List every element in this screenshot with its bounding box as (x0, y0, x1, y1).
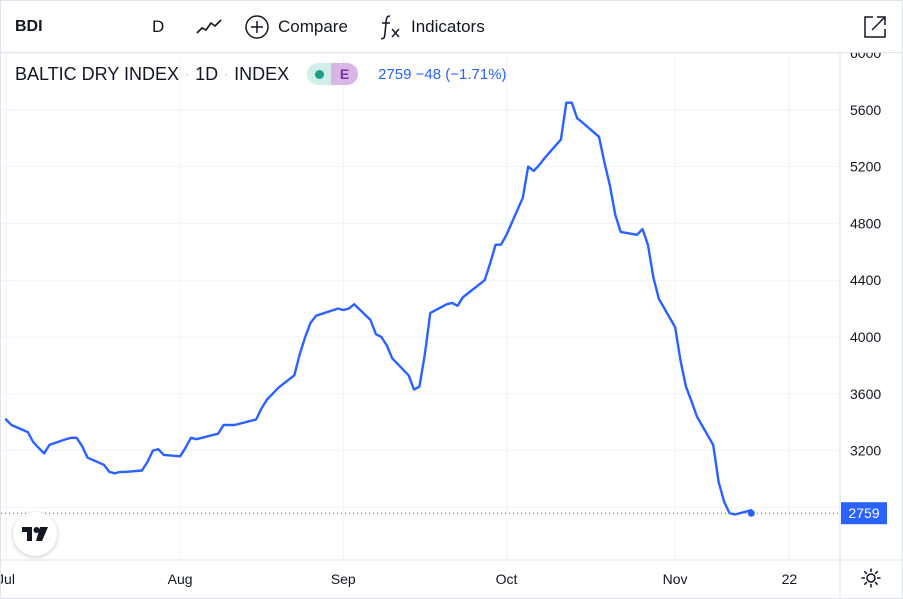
interval-button[interactable]: D (152, 1, 164, 52)
tradingview-logo[interactable] (13, 512, 57, 556)
market-status-dot (307, 63, 332, 85)
interval-label: D (152, 16, 165, 36)
legend-symbol-name: BALTIC DRY INDEX (15, 63, 180, 84)
price-axis[interactable]: 6000 5600 5200 4800 4400 4000 3600 3200 2759 (841, 53, 887, 525)
legend-type: INDEX (234, 63, 290, 84)
chart-grid (1, 53, 840, 560)
x-tick-label: Aug (168, 571, 193, 587)
legend-values: 2759 −48 (−1.71%) (378, 65, 507, 83)
legend-separator: · (185, 67, 190, 81)
series-legend: BALTIC DRY INDEX · 1D · INDEX E 2759 −48… (15, 61, 507, 87)
top-toolbar: BDI D Compare Indicators (1, 1, 902, 53)
symbol-label: BDI (15, 17, 43, 35)
y-tick-label: 4800 (850, 215, 881, 231)
gear-icon (861, 568, 881, 588)
x-tick-label: Nov (663, 571, 688, 587)
y-tick-label: 6000 (850, 53, 881, 61)
time-axis[interactable]: Jul Aug Sep Oct Nov 22 (1, 571, 797, 587)
fullscreen-button[interactable] (863, 1, 887, 52)
price-chart[interactable]: 6000 5600 5200 4800 4400 4000 3600 3200 2759 Jul… (1, 53, 902, 598)
indicators-label: Indicators (411, 16, 485, 36)
plus-circle-icon (245, 14, 269, 39)
y-tick-label: 5600 (850, 102, 881, 118)
tradingview-logo-icon (22, 527, 48, 541)
y-tick-label: 4400 (850, 272, 881, 288)
series-layer (1, 101, 840, 517)
compare-button[interactable]: Compare (244, 1, 348, 52)
y-tick-label: 5200 (850, 159, 881, 175)
indicators-button[interactable]: Indicators (378, 1, 485, 52)
settings-button[interactable] (860, 567, 882, 594)
last-value-label: 2759 (848, 505, 879, 521)
line-chart-icon (196, 18, 222, 34)
x-tick-label: 22 (782, 571, 798, 587)
series-line (4, 101, 753, 516)
last-point-marker (747, 509, 755, 517)
eod-badge: E (331, 63, 359, 85)
x-tick-label: Jul (1, 571, 15, 587)
compare-label: Compare (278, 16, 348, 36)
x-tick-label: Oct (496, 571, 518, 587)
legend-interval: 1D (195, 63, 219, 84)
chart-widget: BDI D Compare Indicators 6000 5600 5200 … (0, 0, 903, 599)
expand-icon (864, 15, 886, 38)
symbol-search-button[interactable]: BDI (15, 1, 43, 52)
y-tick-label: 4000 (850, 329, 881, 345)
y-tick-label: 3600 (850, 386, 881, 402)
market-status-badge[interactable]: E (307, 63, 359, 85)
x-tick-label: Sep (331, 571, 356, 587)
legend-separator: · (224, 67, 229, 81)
function-icon (380, 14, 400, 39)
y-tick-label: 3200 (850, 443, 881, 459)
chart-type-button[interactable] (195, 1, 223, 52)
